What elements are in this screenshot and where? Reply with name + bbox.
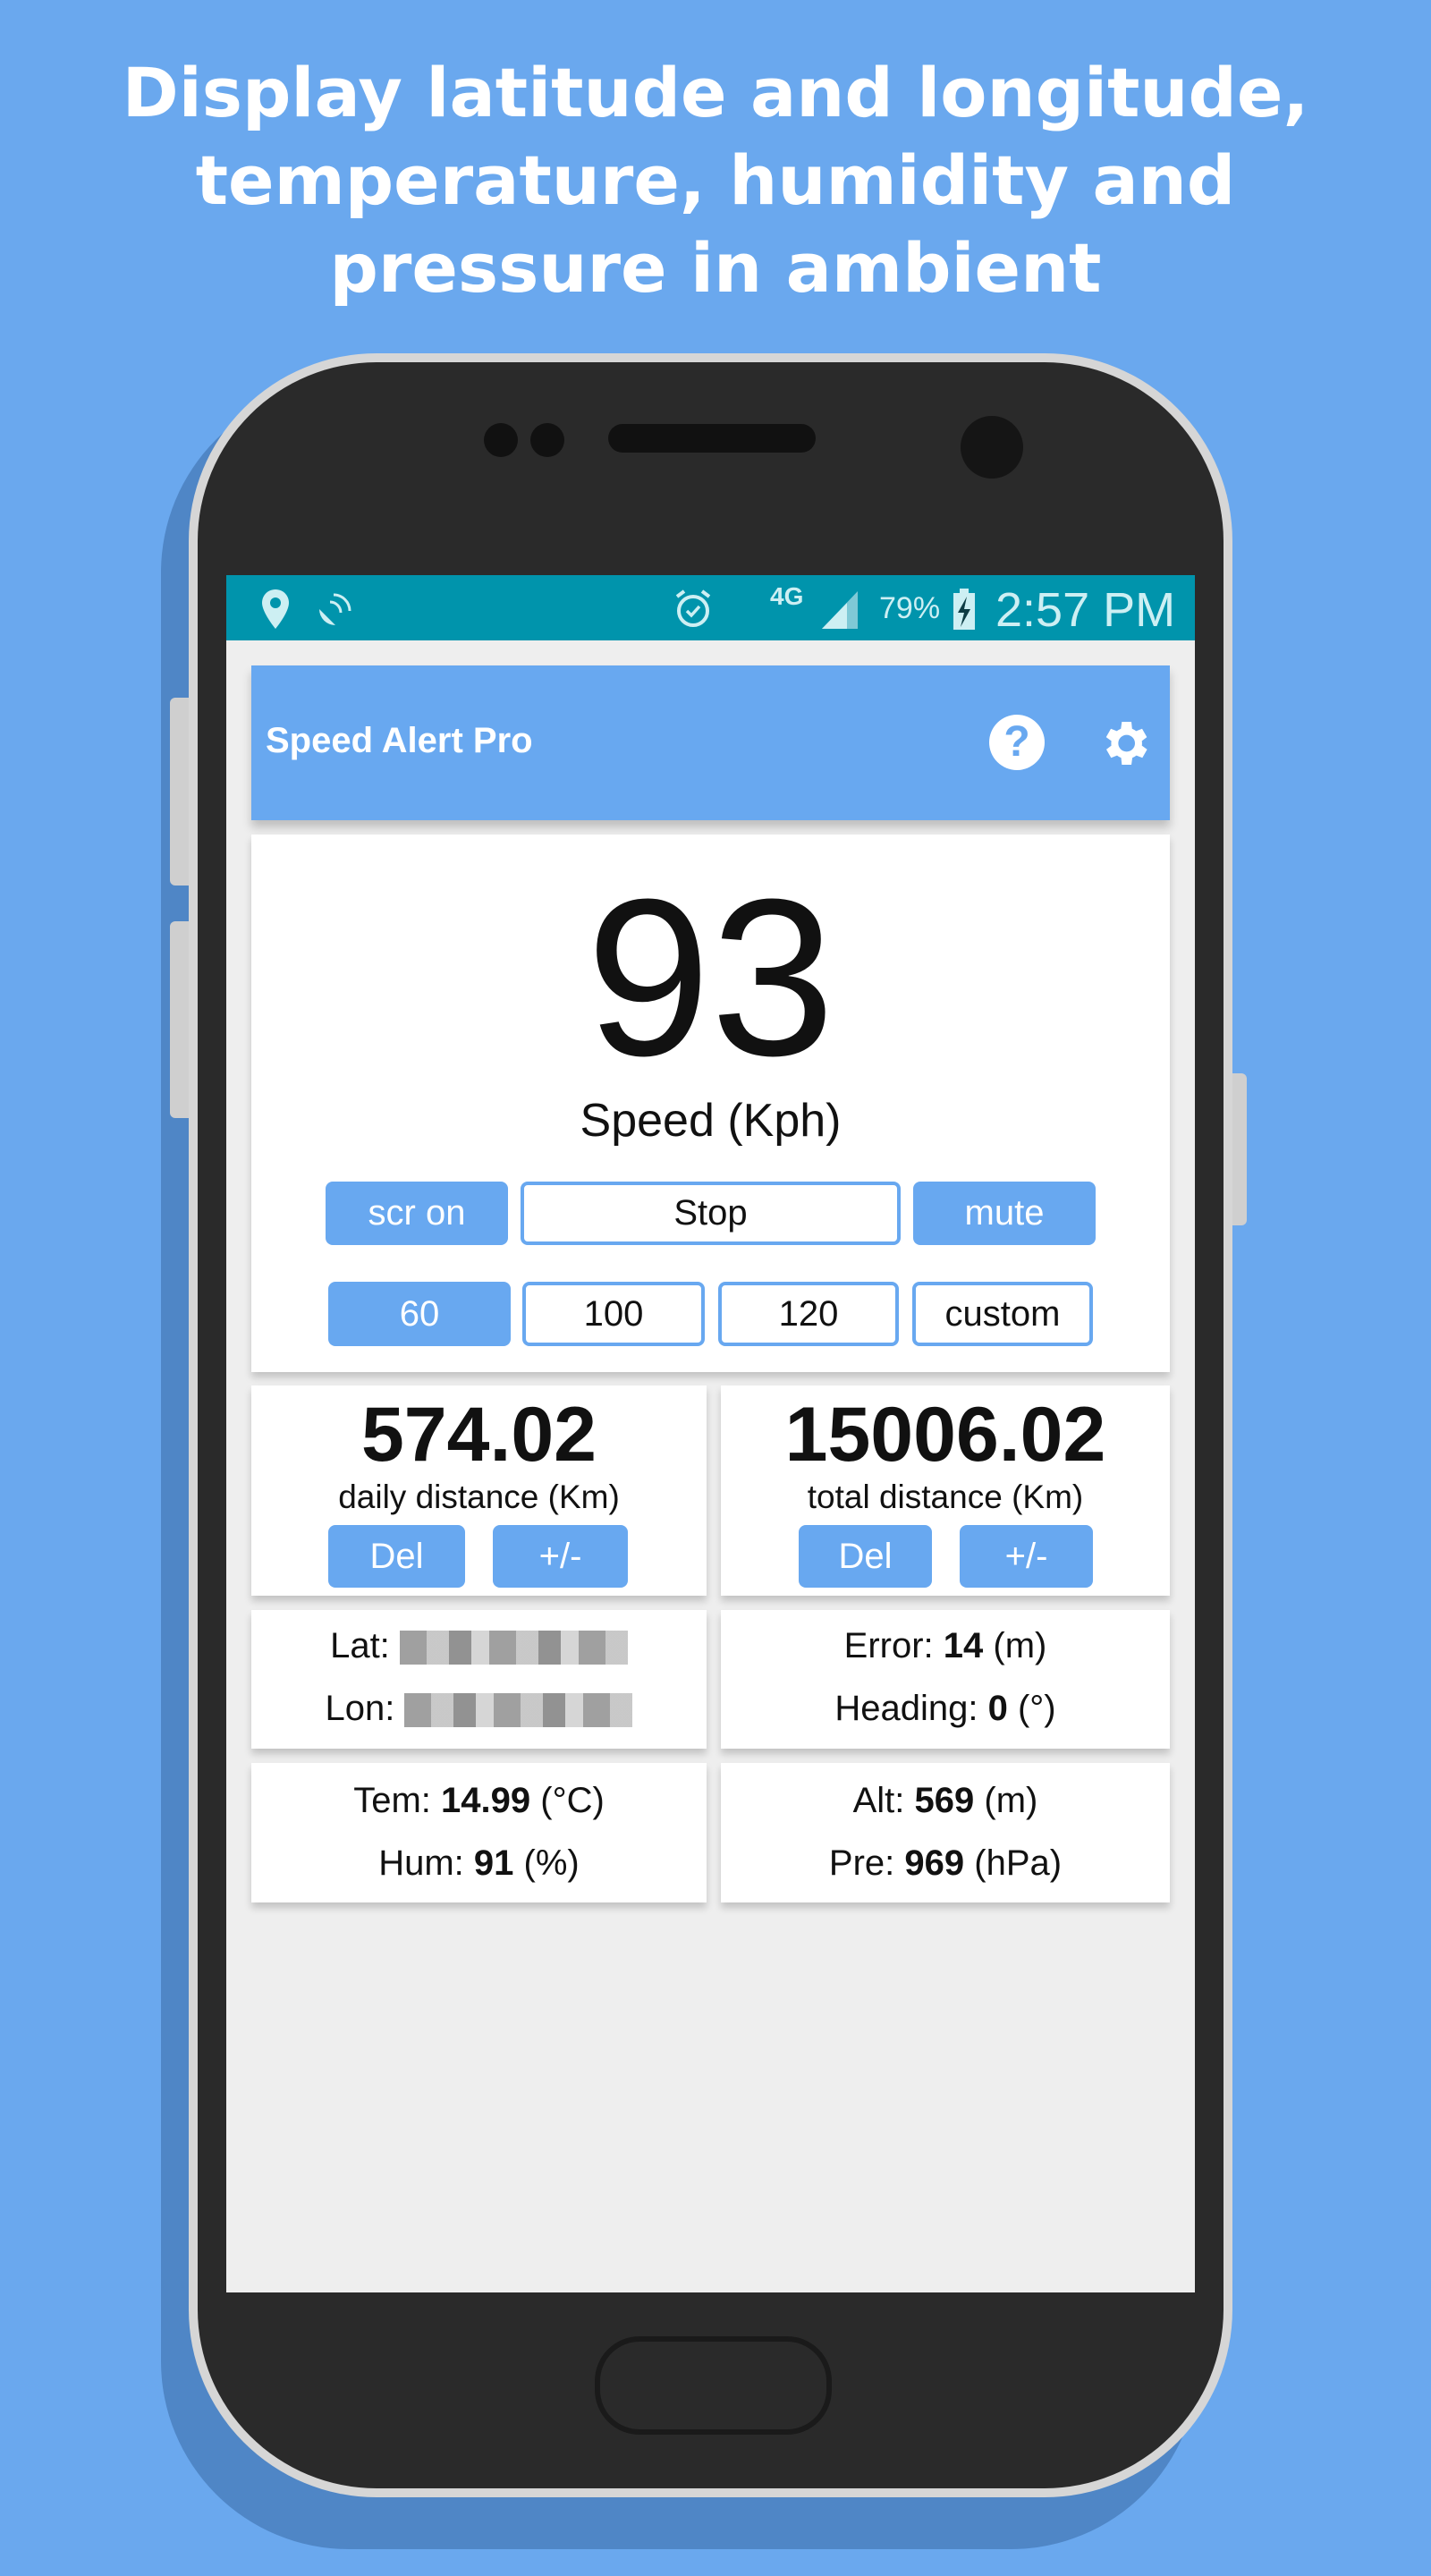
- mute-button[interactable]: mute: [913, 1182, 1096, 1245]
- headline-line: Display latitude and longitude,: [122, 53, 1309, 132]
- daily-distance-value: 574.02: [360, 1392, 597, 1478]
- latitude-row: Lat:: [251, 1626, 707, 1666]
- sensor-icon: [484, 423, 518, 457]
- alarm-icon: [675, 589, 711, 627]
- satellite-icon: [319, 593, 351, 625]
- ambient-card: Tem: 14.99 (°C) Hum: 91 (%): [251, 1763, 707, 1902]
- gear-icon[interactable]: [1096, 715, 1153, 772]
- limit-100-button[interactable]: 100: [522, 1282, 705, 1346]
- screen-on-button[interactable]: scr on: [326, 1182, 508, 1245]
- status-bar: 4G 79% 2:57 PM: [226, 575, 1195, 640]
- total-distance-label: total distance (Km): [807, 1479, 1084, 1515]
- latitude-redacted: [399, 1631, 628, 1665]
- temperature-row: Tem: 14.99 (°C): [353, 1781, 605, 1820]
- daily-distance-card: 574.02 daily distance (Km) Del +/-: [251, 1385, 707, 1596]
- app-screen: 4G 79% 2:57 PM Speed Alert Pro ? 93 Spee…: [226, 575, 1195, 2292]
- signal-icon: [822, 591, 858, 629]
- location-card: Lat: Lon:: [251, 1610, 707, 1749]
- sensor-icon: [530, 423, 564, 457]
- headline-line: pressure in ambient: [329, 228, 1102, 308]
- help-icon[interactable]: ?: [989, 715, 1045, 770]
- total-adjust-button[interactable]: +/-: [960, 1525, 1093, 1588]
- error-row: Error: 14 (m): [843, 1626, 1047, 1665]
- speed-card: 93 Speed (Kph) scr on Stop mute 60 100 1…: [251, 835, 1170, 1372]
- app-title: Speed Alert Pro: [266, 721, 533, 760]
- battery-charging-icon: [953, 589, 975, 630]
- clock: 2:57 PM: [995, 583, 1176, 637]
- daily-adjust-button[interactable]: +/-: [493, 1525, 628, 1588]
- promo-headline: Display latitude and longitude, temperat…: [0, 49, 1431, 312]
- altitude-card: Alt: 569 (m) Pre: 969 (hPa): [721, 1763, 1170, 1902]
- limit-60-button[interactable]: 60: [328, 1282, 511, 1346]
- stop-button[interactable]: Stop: [521, 1182, 901, 1245]
- battery-percent: 79%: [879, 591, 941, 625]
- longitude-redacted: [404, 1693, 633, 1728]
- total-distance-card: 15006.02 total distance (Km) Del +/-: [721, 1385, 1170, 1596]
- total-delete-button[interactable]: Del: [799, 1525, 932, 1588]
- heading-row: Heading: 0 (°): [834, 1689, 1056, 1728]
- pressure-row: Pre: 969 (hPa): [828, 1843, 1063, 1883]
- speed-value: 93: [586, 852, 835, 1102]
- altitude-row: Alt: 569 (m): [852, 1781, 1038, 1820]
- longitude-row: Lon:: [251, 1689, 707, 1729]
- daily-distance-label: daily distance (Km): [338, 1479, 620, 1515]
- front-camera: [961, 416, 1023, 479]
- home-button[interactable]: [595, 2336, 832, 2435]
- limit-120-button[interactable]: 120: [718, 1282, 899, 1346]
- limit-custom-button[interactable]: custom: [912, 1282, 1093, 1346]
- total-distance-value: 15006.02: [784, 1392, 1106, 1478]
- speaker-grille: [608, 424, 816, 453]
- speed-label: Speed (Kph): [580, 1095, 842, 1147]
- headline-line: temperature, humidity and: [195, 140, 1236, 220]
- accuracy-card: Error: 14 (m) Heading: 0 (°): [721, 1610, 1170, 1749]
- location-icon: [262, 589, 289, 629]
- humidity-row: Hum: 91 (%): [378, 1843, 580, 1883]
- app-bar: Speed Alert Pro ?: [251, 665, 1170, 820]
- network-type: 4G: [770, 582, 804, 610]
- daily-delete-button[interactable]: Del: [328, 1525, 465, 1588]
